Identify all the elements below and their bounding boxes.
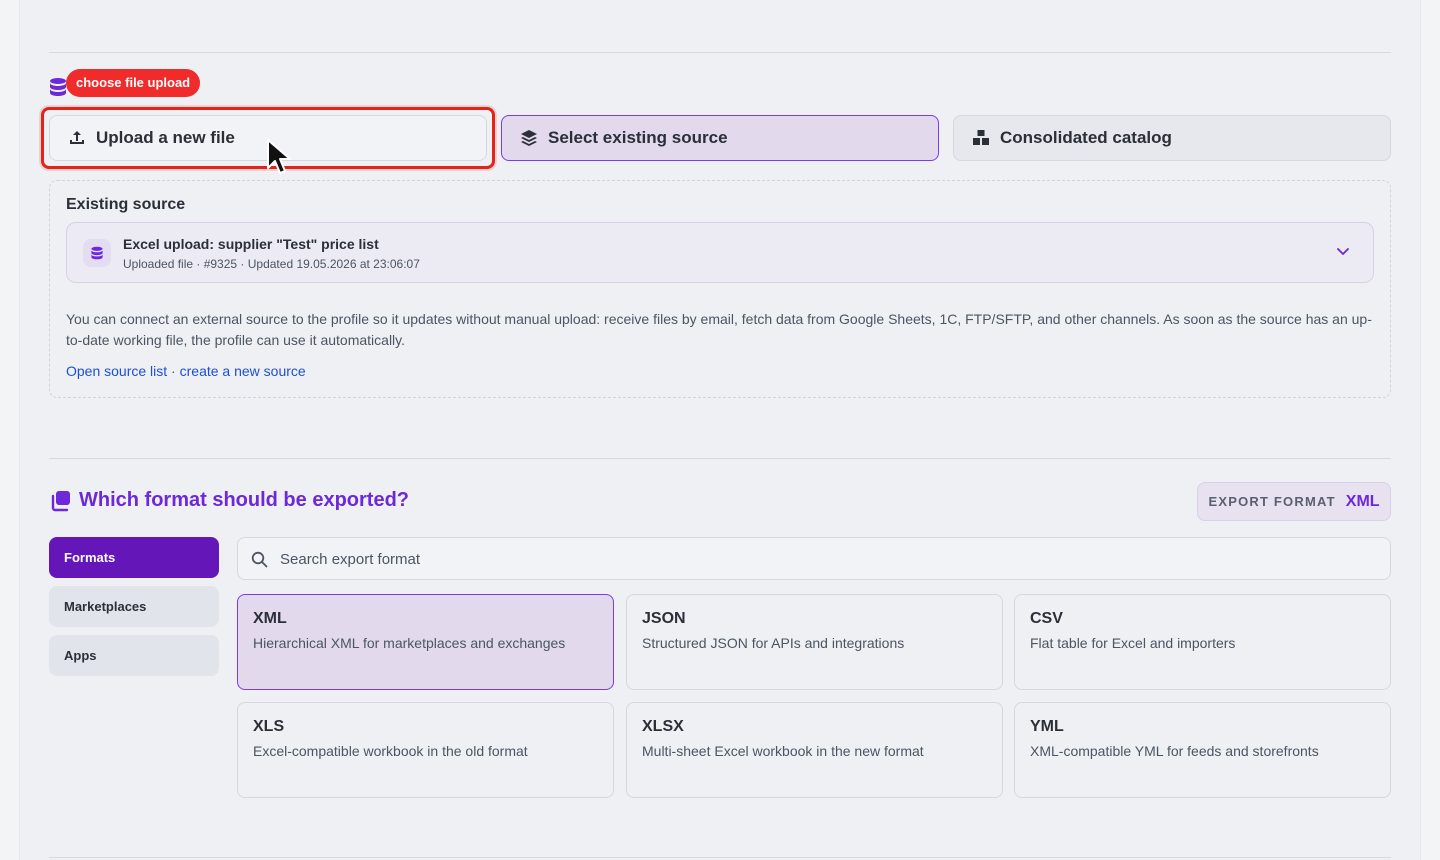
copy-icon [49, 490, 71, 512]
format-section-title: Which format should be exported? [79, 489, 410, 511]
format-search-input[interactable] [278, 538, 1382, 581]
category-apps[interactable]: Apps [49, 635, 219, 676]
format-name: JSON [642, 610, 686, 627]
layers-icon [520, 129, 538, 147]
format-name: XML [253, 610, 287, 627]
format-search [237, 537, 1391, 581]
existing-source-heading: Existing source [66, 196, 186, 213]
format-card-xlsx[interactable]: XLSX Multi-sheet Excel workbook in the n… [626, 702, 1003, 798]
export-format-label: EXPORT FORMAT [1208, 494, 1336, 509]
selected-source-meta: Uploaded file · #9325 · Updated 19.05.20… [123, 257, 420, 271]
format-description: XML-compatible YML for feeds and storefr… [1030, 743, 1319, 759]
selected-source-title: Excel upload: supplier "Test" price list [123, 236, 379, 252]
section-divider [49, 857, 1391, 858]
export-format-value: XML [1345, 492, 1380, 510]
format-description: Excel-compatible workbook in the old for… [253, 743, 528, 759]
consolidated-catalog-button[interactable]: Consolidated catalog [953, 115, 1391, 161]
open-source-list-link[interactable]: Open source list [66, 363, 167, 379]
format-card-yml[interactable]: YML XML-compatible YML for feeds and sto… [1014, 702, 1391, 798]
format-name: XLS [253, 718, 285, 735]
format-description: Hierarchical XML for marketplaces and ex… [253, 635, 566, 651]
section-divider [49, 52, 1391, 53]
format-name: YML [1030, 718, 1064, 735]
source-links: Open source list · create a new source [66, 363, 306, 379]
create-new-source-link[interactable]: create a new source [180, 363, 306, 379]
database-icon [83, 239, 111, 267]
hint-badge: choose file upload [66, 69, 201, 97]
source-description: You can connect an external source to th… [66, 311, 1372, 348]
search-icon [251, 551, 268, 568]
section-divider [49, 458, 1391, 459]
format-description: Multi-sheet Excel workbook in the new fo… [642, 743, 924, 759]
format-card-csv[interactable]: CSV Flat table for Excel and importers [1014, 594, 1391, 690]
page-container: choose file upload Upload a new file Sel… [20, 0, 1420, 860]
format-description: Flat table for Excel and importers [1030, 635, 1236, 651]
select-existing-source-button[interactable]: Select existing source [501, 115, 939, 161]
chevron-down-icon [1335, 243, 1351, 259]
category-marketplaces[interactable]: Marketplaces [49, 586, 219, 627]
boxes-icon [972, 129, 990, 147]
export-format-chip: EXPORT FORMAT XML [1197, 482, 1391, 521]
format-description: Structured JSON for APIs and integration… [642, 635, 905, 651]
consolidated-catalog-label: Consolidated catalog [1000, 128, 1172, 147]
link-separator: · [167, 363, 180, 379]
mouse-pointer-icon [266, 138, 294, 176]
format-card-xml[interactable]: XML Hierarchical XML for marketplaces an… [237, 594, 614, 690]
database-icon [48, 77, 68, 97]
format-card-json[interactable]: JSON Structured JSON for APIs and integr… [626, 594, 1003, 690]
format-name: CSV [1030, 610, 1063, 627]
format-card-xls[interactable]: XLS Excel-compatible workbook in the old… [237, 702, 614, 798]
select-existing-source-label: Select existing source [548, 128, 728, 147]
category-formats[interactable]: Formats [49, 537, 219, 578]
existing-source-dropdown[interactable]: Excel upload: supplier "Test" price list… [66, 222, 1374, 283]
format-name: XLSX [642, 718, 684, 735]
